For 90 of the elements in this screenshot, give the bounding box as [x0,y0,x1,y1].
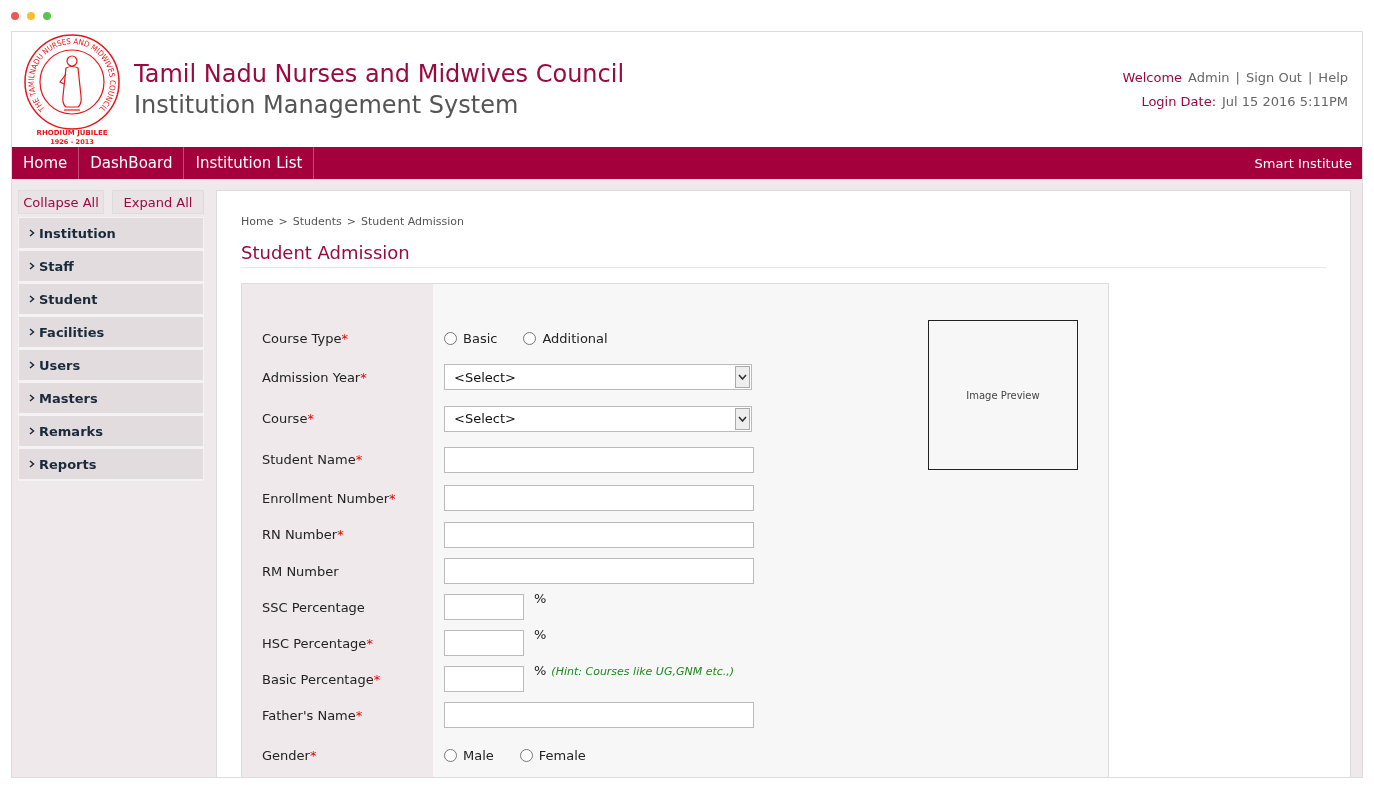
site-subtitle: Institution Management System [134,89,520,121]
zoom-dot[interactable] [43,11,51,20]
radio-option[interactable]: Male [444,747,494,763]
field-label: Course* [261,411,314,426]
hint-text: (Hint: Courses like UG,GNM etc.,) [551,665,735,678]
field-label: Enrollment Number* [261,490,396,506]
sidebar-item[interactable]: Student [18,283,204,316]
sidebar-item[interactable]: Staff [18,250,204,283]
chevron-icon [29,328,35,336]
field-label: Basic Percentage* [261,671,381,687]
text-field[interactable] [444,446,754,473]
field-label: Father's Name* [261,707,363,723]
site-title: Tamil Nadu Nurses and Midwives Council [134,58,626,90]
link-separator: | [1307,70,1313,85]
login-date-label: Login Date: [1141,94,1217,109]
percent-sign: % [534,591,547,606]
sidebar-item[interactable]: Reports [18,448,204,481]
text-field[interactable] [444,521,754,548]
sidebar-item-label: Institution [39,225,116,241]
page-title: Student Admission [241,242,1326,268]
radio-label: Female [538,747,586,763]
nav-link[interactable]: Home [12,147,80,179]
chevron-icon [29,295,35,303]
breadcrumb-separator: > [278,215,288,228]
field-label: RN Number* [261,527,344,542]
radio-button[interactable] [444,331,457,345]
sidebar-item-label: Remarks [39,423,103,439]
percent-field[interactable] [444,666,524,692]
radio-option[interactable]: Additional [523,330,608,346]
sidebar-item[interactable]: Institution [18,217,204,250]
chevron-icon [29,460,35,468]
field-label: HSC Percentage* [261,635,373,651]
sidebar-item-label: Facilities [39,324,105,340]
text-field[interactable] [444,702,754,728]
field-label: Student Name* [261,452,363,467]
chevron-icon [29,361,35,369]
sidebar-item-label: Student [39,291,98,307]
radio-option[interactable]: Basic [444,330,498,346]
close-dot[interactable] [11,11,19,20]
radio-option[interactable]: Female [519,747,586,763]
nav-link[interactable]: Institution List [184,147,315,179]
field-label: Admission Year* [261,369,367,385]
sidebar-item[interactable]: Masters [18,382,204,415]
percent-field[interactable] [444,594,524,620]
percent-sign: % [534,663,547,678]
sidebar-item[interactable]: Users [18,349,204,382]
dropdown[interactable]: <Select> [444,405,752,432]
breadcrumb-link[interactable]: Students [292,215,342,228]
sidebar-item-label: Staff [39,258,74,274]
sidebar-item[interactable]: Facilities [18,316,204,349]
field-label: Gender* [261,747,317,763]
caret-icon [735,366,750,388]
radio-label: Additional [542,330,608,346]
radio-label: Basic [463,330,498,346]
field-label: Course Type* [261,330,348,346]
welcome-label: Welcome [1122,70,1183,85]
radio-label: Male [463,747,494,763]
radio-button[interactable] [519,748,533,762]
caret-icon [735,407,750,430]
percent-field[interactable] [444,630,524,656]
percent-sign: % [534,627,547,642]
nav-link[interactable]: DashBoard [79,147,185,179]
radio-button[interactable] [444,748,457,762]
breadcrumb-separator: > [346,215,356,228]
chevron-icon [29,394,35,402]
sidebar-item-label: Masters [39,390,98,406]
sidebar-item[interactable]: Remarks [18,415,204,448]
link-separator: | [1235,70,1240,85]
field-label: RM Number [261,563,339,579]
image-preview: Image Preview [928,320,1078,470]
text-field[interactable] [444,485,754,511]
field-label: SSC Percentage [261,599,365,615]
breadcrumb-link[interactable]: Student Admission [360,215,465,228]
product-name: Smart Institute [1254,155,1353,171]
login-date: Jul 15 2016 5:11PM [1222,94,1348,109]
text-field[interactable] [444,558,754,584]
user-name: Admin [1188,70,1230,85]
chevron-icon [29,427,35,435]
sidebar-item-label: Users [39,357,81,373]
sidebar-item-label: Reports [39,456,97,472]
breadcrumb-link[interactable]: Home [241,215,274,228]
chevron-icon [29,262,35,270]
radio-button[interactable] [523,331,537,345]
header-link[interactable]: Sign Out [1245,70,1302,85]
dropdown[interactable]: <Select> [444,364,752,390]
chevron-icon [29,229,35,237]
sidebar-toggle-button[interactable]: Collapse All [18,190,104,214]
header-link[interactable]: Help [1318,70,1348,85]
minimize-dot[interactable] [27,11,35,20]
sidebar-toggle-button[interactable]: Expand All [112,190,204,214]
